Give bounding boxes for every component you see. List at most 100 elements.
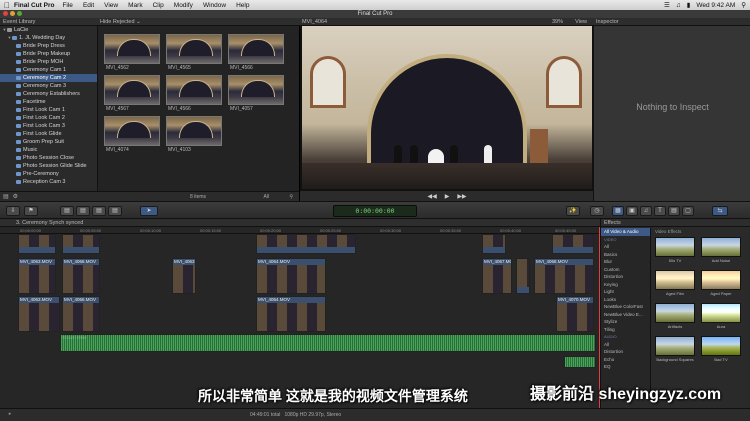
effects-category[interactable]: Looks — [601, 296, 650, 304]
effects-category[interactable]: Keying — [601, 281, 650, 289]
photos-browser-icon[interactable]: ▣ — [626, 206, 638, 216]
library-item-bride-prep-makeup[interactable]: Bride Prep Makeup — [0, 50, 97, 58]
library-item-ceremony-cam-2[interactable]: Ceremony Cam 2 — [0, 74, 97, 82]
browser-clip[interactable]: MVI_4567 — [104, 75, 160, 115]
apple-menu-icon[interactable]:  — [0, 1, 14, 10]
timeline-clip[interactable] — [18, 234, 56, 254]
previous-frame-icon[interactable]: ◀◀ — [427, 193, 436, 200]
timeline-clip[interactable]: MVI_4067.MOV — [482, 258, 512, 294]
timecode-display[interactable]: 0:00:00:00 — [333, 205, 417, 217]
overwrite-clip-icon[interactable]: ▤ — [108, 206, 122, 216]
effect-item[interactable]: Add Noise — [701, 237, 741, 267]
library-toggle-icon[interactable]: ▤ — [3, 193, 9, 200]
library-item-ceremony-cam-3[interactable]: Ceremony Cam 3 — [0, 82, 97, 90]
menubar-clock[interactable]: Wed 9:42 AM — [696, 2, 735, 9]
effect-item[interactable]: Bad TV — [701, 336, 741, 366]
append-clip-icon[interactable]: ▤ — [92, 206, 106, 216]
browser-clip[interactable]: MVI_4074 — [104, 116, 160, 156]
titles-browser-icon[interactable]: T — [654, 206, 666, 216]
hide-rejected-menu[interactable]: Hide Rejected — [100, 19, 135, 25]
close-window-icon[interactable] — [3, 11, 8, 16]
timeline-clip[interactable] — [62, 234, 100, 254]
effects-category[interactable]: Distortion — [601, 273, 650, 281]
library-item-ceremony-cam-1[interactable]: Ceremony Cam 1 — [0, 66, 97, 74]
effect-item[interactable]: 50s TV — [655, 237, 695, 267]
menu-mark[interactable]: Mark — [128, 2, 142, 9]
chevron-down-icon[interactable]: ⌄ — [136, 19, 141, 25]
browser-clip[interactable]: MVI_4103 — [166, 116, 222, 156]
library-item-first-look-cam-2[interactable]: First Look Cam 2 — [0, 114, 97, 122]
wifi-icon[interactable]: ☰ — [664, 1, 670, 9]
timeline-clip[interactable]: MVI_4064.MOV — [256, 258, 326, 294]
library-item-lacie[interactable]: ▼ LaCie — [0, 26, 97, 34]
library-item-facetime[interactable]: Facetime — [0, 98, 97, 106]
browser-clip[interactable]: MVI_4566 — [228, 34, 284, 74]
library-item-first-look-cam-1[interactable]: First Look Cam 1 — [0, 106, 97, 114]
select-tool-icon[interactable]: ➤ — [140, 206, 158, 216]
import-icon[interactable]: ⇩ — [6, 206, 20, 216]
effect-item[interactable]: Aged Paper — [701, 270, 741, 300]
browser-clip[interactable]: MVI_4562 — [104, 34, 160, 74]
effects-category[interactable]: Custom — [601, 266, 650, 274]
viewer-zoom[interactable]: 39% — [552, 18, 563, 25]
timeline-clip[interactable] — [552, 234, 594, 254]
menu-file[interactable]: File — [62, 2, 72, 9]
library-item-first-look-glide[interactable]: First Look Glide — [0, 130, 97, 138]
audio-clip[interactable] — [564, 356, 596, 368]
library-item-reception-cam-3[interactable]: Reception Cam 3 — [0, 178, 97, 186]
library-item-first-look-cam-3[interactable]: First Look Cam 3 — [0, 122, 97, 130]
search-icon[interactable]: ⚲ — [289, 194, 293, 200]
effects-browser-icon[interactable]: ▦ — [612, 206, 624, 216]
zoom-window-icon[interactable] — [17, 11, 22, 16]
timeline-clip[interactable]: MVI_4068.MOV — [534, 258, 594, 294]
retime-icon[interactable]: ◷ — [590, 206, 604, 216]
spotlight-icon[interactable]: ⚲ — [741, 1, 746, 9]
effect-item[interactable]: Aged Film — [655, 270, 695, 300]
library-item-music[interactable]: Music — [0, 146, 97, 154]
background-tasks-icon[interactable]: ◕ — [8, 411, 11, 417]
library-item-ceremony-establishers[interactable]: Ceremony Establishers — [0, 90, 97, 98]
menu-edit[interactable]: Edit — [83, 2, 94, 9]
browser-filter[interactable]: All — [263, 194, 269, 200]
keyword-icon[interactable]: ⚑ — [24, 206, 38, 216]
effects-category[interactable]: NewBlue ColorFast — [601, 303, 650, 311]
generators-browser-icon[interactable]: ▤ — [668, 206, 680, 216]
effects-category[interactable]: Blur — [601, 258, 650, 266]
timeline-clip[interactable]: MVI_4063.MOV — [18, 296, 60, 332]
library-item-pre-ceremony[interactable]: Pre-Ceremony — [0, 170, 97, 178]
minimize-window-icon[interactable] — [10, 11, 15, 16]
menu-clip[interactable]: Clip — [153, 2, 164, 9]
timeline-clip[interactable]: MVI_4064.MOV — [256, 296, 326, 332]
browser-clip[interactable]: MVI_4566 — [166, 75, 222, 115]
effects-category[interactable]: EQ — [601, 363, 650, 371]
menu-view[interactable]: View — [104, 2, 118, 9]
audio-clip[interactable]: Groom Mike — [60, 334, 596, 352]
menu-modify[interactable]: Modify — [174, 2, 193, 9]
viewer-view-menu[interactable]: View — [575, 18, 587, 25]
library-item-wedding-day[interactable]: ▼ 1. JL Wedding Day — [0, 34, 97, 42]
effect-item[interactable]: Artifacts — [655, 303, 695, 333]
library-item-groom-prep-suit[interactable]: Groom Prep Suit — [0, 138, 97, 146]
effects-category[interactable]: Stylize — [601, 318, 650, 326]
transitions-browser-icon[interactable]: ⇆ — [712, 206, 728, 216]
effects-category[interactable]: Echo — [601, 356, 650, 364]
timeline-clip[interactable] — [482, 234, 506, 254]
insert-clip-icon[interactable]: ▤ — [76, 206, 90, 216]
effect-item[interactable]: Aura — [701, 303, 741, 333]
enhance-icon[interactable]: ✨ — [566, 206, 580, 216]
effects-category[interactable]: Basics — [601, 251, 650, 259]
effects-category[interactable]: Tiling — [601, 326, 650, 334]
timeline-clip[interactable]: MVI_4063.MOV — [18, 258, 56, 294]
app-menu[interactable]: Final Cut Pro — [14, 2, 54, 9]
battery-icon[interactable]: ▮ — [687, 1, 691, 9]
viewer-frame[interactable] — [302, 26, 592, 189]
effects-category[interactable]: All Video & Audio — [601, 228, 650, 236]
timeline-clip[interactable] — [516, 258, 530, 294]
connect-clip-icon[interactable]: ▤ — [60, 206, 74, 216]
next-frame-icon[interactable]: ▶▶ — [457, 193, 466, 200]
timeline-ruler[interactable]: 00:00:00:00 00:00:05:00 00:00:10:00 00:0… — [0, 227, 600, 234]
effects-category[interactable]: Light — [601, 288, 650, 296]
timeline-clip[interactable]: MVI_4066.MOV — [62, 258, 100, 294]
library-item-photo-session-glide[interactable]: Photo Session Glide Slide — [0, 162, 97, 170]
themes-browser-icon[interactable]: ▢ — [682, 206, 694, 216]
